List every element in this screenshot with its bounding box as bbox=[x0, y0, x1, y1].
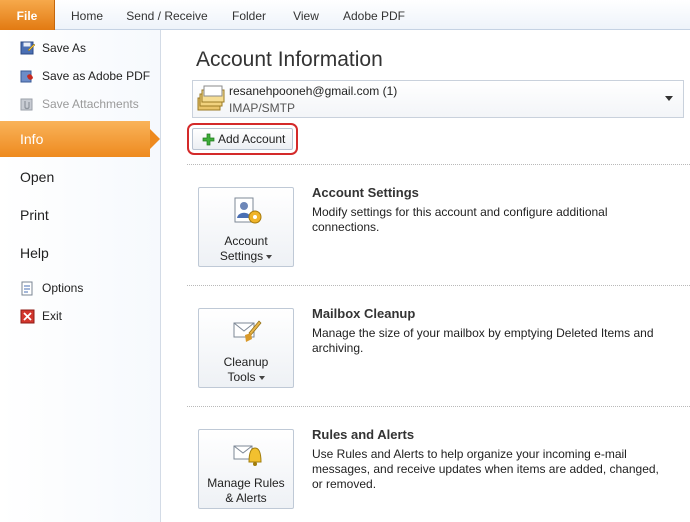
save-as-command[interactable]: Save As bbox=[0, 36, 161, 60]
account-email: resanehpooneh@gmail.com (1) bbox=[229, 84, 398, 98]
options-label: Options bbox=[42, 281, 84, 295]
add-account-button[interactable]: Add Account bbox=[192, 128, 293, 150]
exit-command[interactable]: Exit bbox=[0, 304, 161, 328]
tab-home[interactable]: Home bbox=[60, 0, 114, 30]
nav-tab-help[interactable]: Help bbox=[0, 235, 161, 271]
chevron-down-icon[interactable] bbox=[665, 96, 673, 101]
manage-rules-line1: Manage Rules bbox=[207, 476, 285, 490]
exit-icon bbox=[20, 309, 35, 324]
account-settings-description: Modify settings for this account and con… bbox=[312, 205, 608, 234]
cleanup-tools-button[interactable]: Cleanup Tools bbox=[198, 308, 294, 388]
nav-tab-info[interactable]: Info bbox=[0, 121, 160, 157]
exit-label: Exit bbox=[42, 309, 63, 323]
save-as-pdf-command[interactable]: Save as Adobe PDF bbox=[0, 64, 161, 88]
account-settings-title: Account Settings bbox=[312, 185, 419, 200]
tab-folder[interactable]: Folder bbox=[220, 0, 278, 30]
account-settings-line1: Account bbox=[224, 234, 268, 248]
dropdown-arrow-icon bbox=[266, 254, 273, 259]
manage-rules-button[interactable]: Manage Rules & Alerts bbox=[198, 429, 294, 509]
manage-rules-line2: & Alerts bbox=[225, 491, 267, 505]
cleanup-tools-line1: Cleanup bbox=[223, 355, 269, 369]
account-type: IMAP/SMTP bbox=[229, 101, 296, 115]
page-title: Account Information bbox=[196, 48, 383, 71]
save-as-label: Save As bbox=[42, 41, 87, 55]
rules-alerts-icon bbox=[233, 445, 262, 466]
section-divider bbox=[187, 164, 690, 165]
account-info-pane: Account Information resanehpooneh@gmail.… bbox=[162, 30, 690, 522]
section-divider bbox=[187, 406, 690, 407]
options-command[interactable]: Options bbox=[0, 276, 161, 300]
account-settings-icon bbox=[234, 197, 262, 224]
tab-file[interactable]: File bbox=[0, 0, 55, 30]
save-as-pdf-label: Save as Adobe PDF bbox=[42, 69, 151, 83]
cleanup-tools-icon bbox=[233, 320, 262, 342]
tab-adobe-pdf[interactable]: Adobe PDF bbox=[336, 0, 412, 30]
tab-view[interactable]: View bbox=[283, 0, 329, 30]
account-selector[interactable]: resanehpooneh@gmail.com (1) IMAP/SMTP bbox=[192, 80, 684, 118]
save-attachments-command[interactable]: Save Attachments bbox=[0, 92, 161, 116]
rules-alerts-description: Use Rules and Alerts to help organize yo… bbox=[312, 447, 659, 491]
tab-send-receive[interactable]: Send / Receive bbox=[120, 0, 214, 30]
account-settings-line2: Settings bbox=[219, 249, 264, 263]
mailbox-cleanup-title: Mailbox Cleanup bbox=[312, 306, 416, 321]
backstage-nav: Save As Save as Adobe PDF Save Attachmen… bbox=[0, 30, 161, 522]
plus-icon bbox=[202, 133, 215, 146]
add-account-label: Add Account bbox=[218, 132, 286, 146]
add-account-highlight: Add Account bbox=[187, 123, 298, 155]
adobe-pdf-icon bbox=[20, 70, 33, 83]
save-attachments-label: Save Attachments bbox=[42, 97, 139, 111]
ribbon-tab-bar: File Home Send / Receive Folder View Ado… bbox=[0, 0, 690, 30]
options-icon bbox=[21, 281, 33, 296]
nav-tab-open[interactable]: Open bbox=[0, 159, 161, 195]
save-as-icon bbox=[20, 41, 35, 55]
account-settings-button[interactable]: Account Settings bbox=[198, 187, 294, 267]
mailbox-cleanup-description: Manage the size of your mailbox by empty… bbox=[312, 326, 654, 355]
cleanup-tools-line2: Tools bbox=[227, 370, 256, 384]
nav-tab-print[interactable]: Print bbox=[0, 197, 161, 233]
dropdown-arrow-icon bbox=[258, 375, 265, 380]
mail-folders-icon bbox=[197, 85, 225, 111]
attachment-icon bbox=[20, 98, 33, 111]
section-divider bbox=[187, 285, 690, 286]
rules-alerts-title: Rules and Alerts bbox=[312, 427, 415, 442]
